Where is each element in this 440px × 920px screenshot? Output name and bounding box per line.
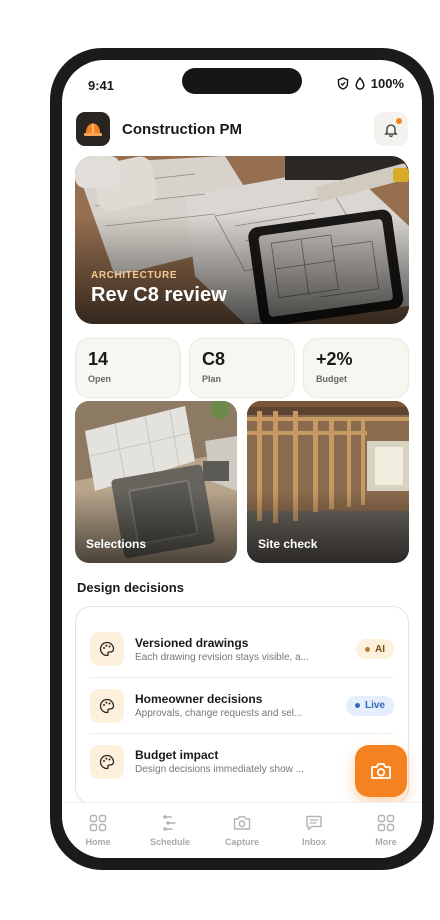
notifications-button[interactable] [374,112,408,146]
badge-dot [354,703,360,708]
stat-value: 14 [88,349,109,369]
status-badge: Live [345,695,394,716]
tab-home[interactable]: Home [62,803,134,858]
app-title: Construction PM [122,120,242,138]
hero-card[interactable]: ARCHITECTURE Rev C8 review [75,156,409,324]
dynamic-island [182,68,302,94]
notification-dot [396,118,402,124]
grid-icon [89,814,107,832]
shield-icon [337,77,349,90]
hero-category: ARCHITECTURE [91,270,178,281]
stat-open[interactable]: 14 Open [75,338,181,398]
tab-label: Capture [224,837,259,847]
tab-label: Home [85,837,111,847]
palette-icon [90,632,124,666]
tile-label: Site check [258,537,318,551]
tab-schedule[interactable]: Schedule [134,803,206,858]
stat-label: Budget [316,374,347,384]
palette-icon [90,744,124,779]
bottom-tab-bar: Home Schedule Capture Inbox More [62,802,422,858]
tile-selections[interactable]: Selections [75,401,237,563]
palette-icon [90,688,124,723]
app-logo [76,112,110,146]
message-icon [306,815,322,831]
list-item-homeowner-decisions[interactable]: Homeowner decisions Approvals, change re… [90,677,394,733]
tab-capture[interactable]: Capture [206,803,278,858]
status-bar: 9:41 100% [62,60,422,106]
stat-label: Plan [202,374,222,384]
camera-icon [233,816,251,830]
stat-label: Open [88,374,112,384]
list-item-subtitle: Design decisions immediately show ... [135,764,304,775]
tile-label: Selections [86,537,147,551]
status-time: 9:41 [88,78,115,93]
list-item-subtitle: Approvals, change requests and sel... [135,708,303,719]
list-item-text: Versioned drawings Each drawing revision… [135,636,356,663]
tab-label: Schedule [149,837,190,847]
status-icons: 100% [337,76,404,91]
grid-icon [377,814,395,832]
badge-label: AI [375,643,385,655]
stat-value: +2% [316,349,353,369]
app-header: Construction PM [76,112,408,146]
status-badge: AI [356,639,394,659]
app-screen: 9:41 100% Construction PM ARCHITECTURE R… [62,60,422,858]
list-item-text: Budget impact Design decisions immediate… [135,748,366,775]
hard-hat-icon [84,123,102,136]
list-item-title: Homeowner decisions [135,692,263,706]
stat-value: C8 [202,349,226,369]
list-item-subtitle: Each drawing revision stays visible, a..… [135,651,309,663]
list-item-text: Homeowner decisions Approvals, change re… [135,692,346,719]
phone-frame: 9:41 100% Construction PM ARCHITECTURE R… [50,48,434,870]
badge-label: Live [364,700,385,711]
tab-label: Inbox [302,837,326,847]
bell-icon [384,123,398,137]
list-item-title: Budget impact [135,748,219,762]
tab-label: More [375,837,397,847]
tab-inbox[interactable]: Inbox [278,803,350,858]
timeline-icon [163,815,176,831]
badge-dot [365,646,370,652]
tab-more[interactable]: More [350,803,422,858]
list-item-versioned-drawings[interactable]: Versioned drawings Each drawing revision… [90,621,394,677]
stat-plan[interactable]: C8 Plan [189,338,295,398]
capture-fab-button[interactable] [355,745,407,797]
camera-icon [371,763,391,779]
drop-icon [355,77,365,90]
feature-tiles: Selections Site check [75,401,409,563]
section-title: Design decisions [77,580,184,595]
tile-site-check[interactable]: Site check [247,401,409,563]
stats-row: 14 Open C8 Plan +2% Budget [75,338,409,398]
list-item-title: Versioned drawings [135,635,249,650]
battery-level: 100% [370,76,404,91]
stat-budget[interactable]: +2% Budget [303,338,409,398]
hero-title: Rev C8 review [91,284,227,306]
list-item-budget-impact[interactable]: Budget impact Design decisions immediate… [90,733,394,789]
